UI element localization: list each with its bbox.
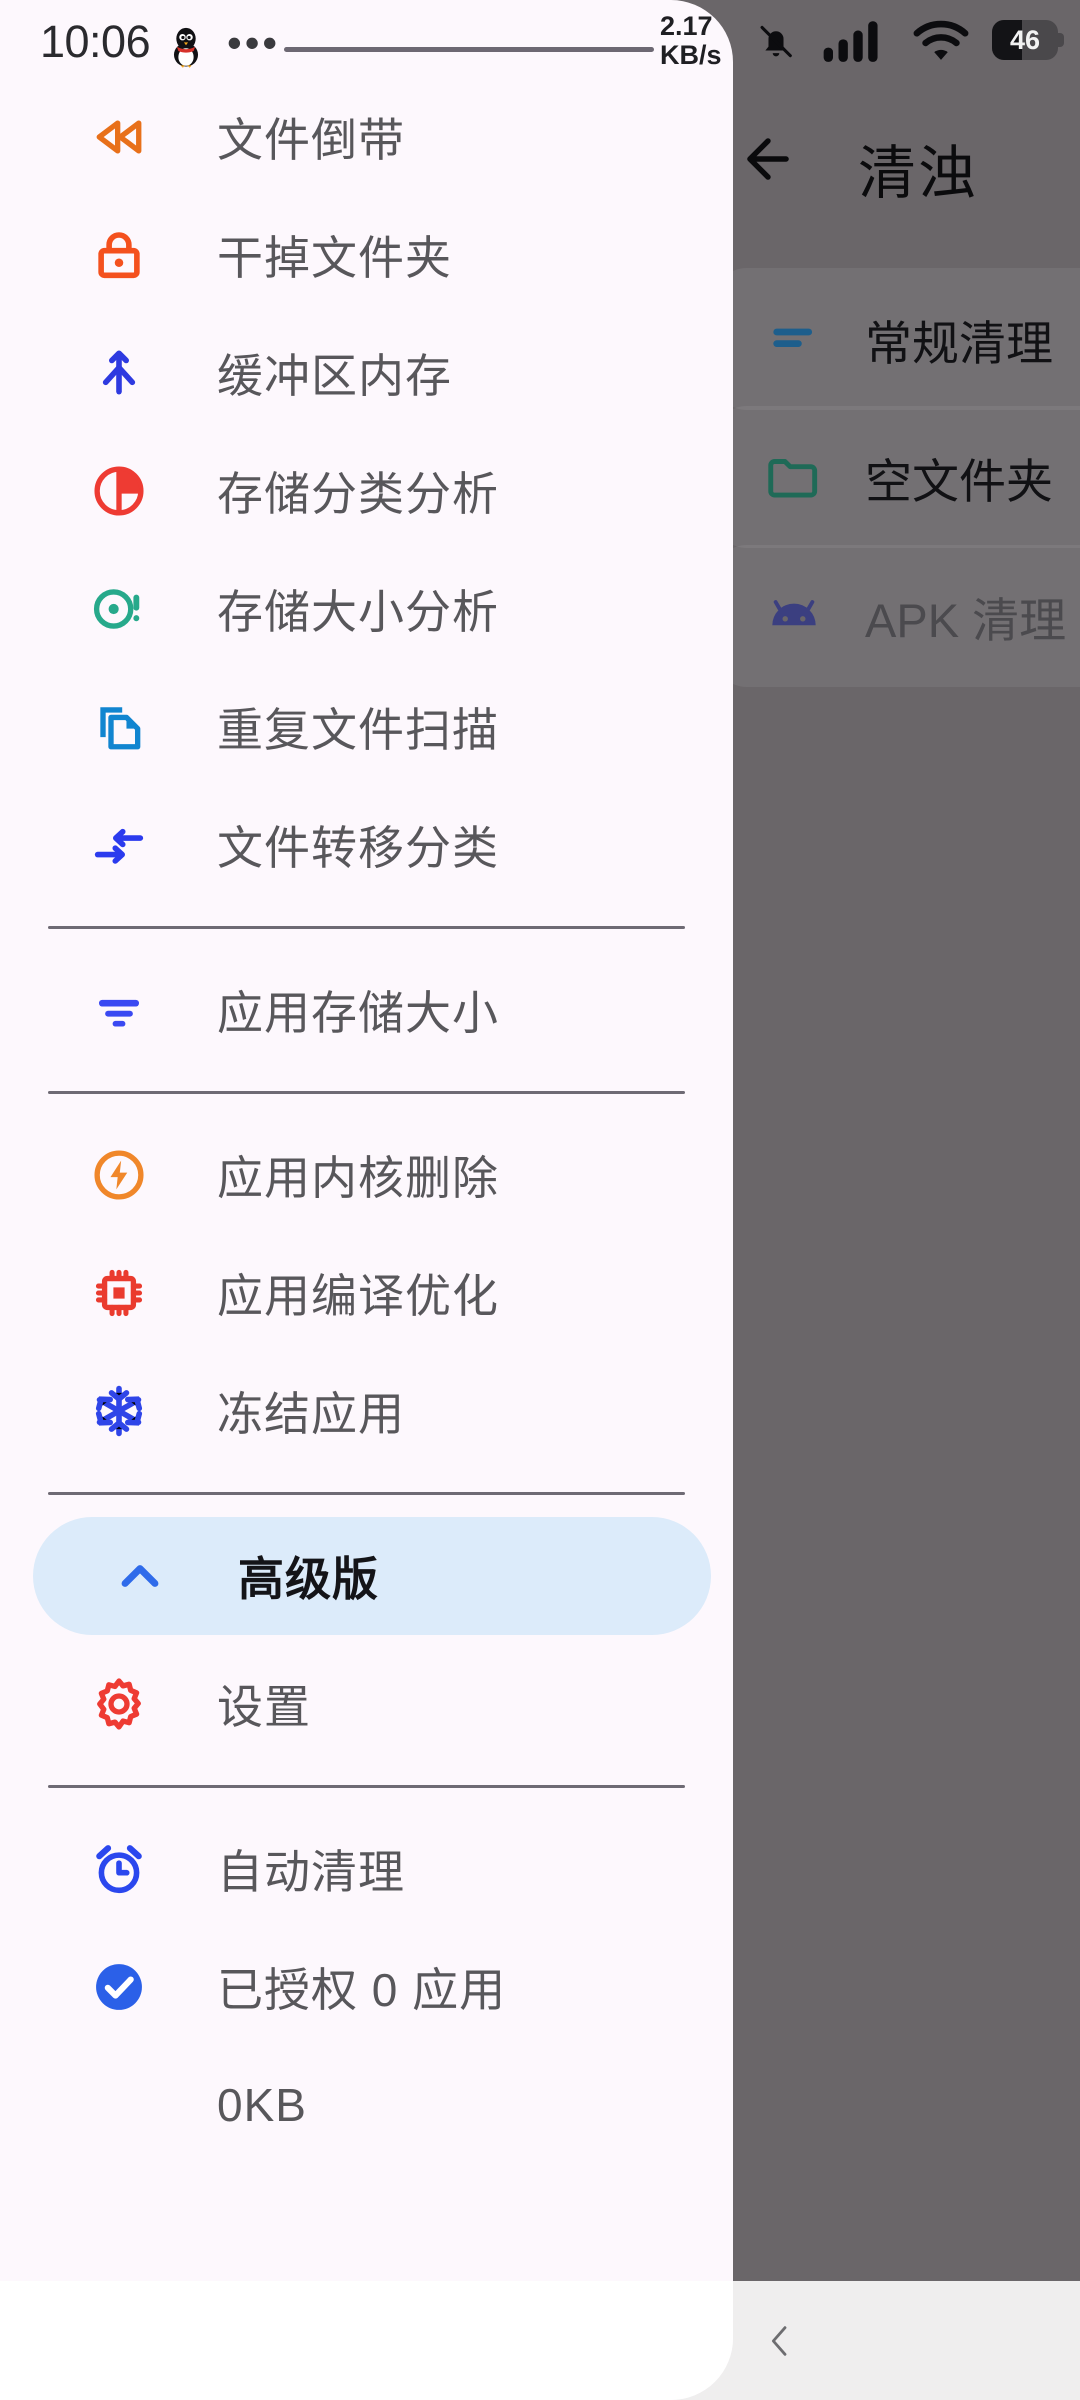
android-icon — [763, 585, 825, 647]
drawer-item-label: 已授权 0 应用 — [217, 1964, 507, 2016]
background-card-empty-folders[interactable]: 空文件夹 — [713, 406, 1080, 548]
drawer-navbar-zone — [0, 2281, 733, 2400]
bell-muted-icon — [760, 25, 792, 58]
drawer-item-label: 缓冲区内存 — [217, 350, 452, 402]
drawer-item-authorized-apps[interactable]: 已授权 0 应用 — [12, 1928, 721, 2046]
network-speed-value: 2.17 — [660, 11, 713, 41]
copy-files-icon — [87, 695, 151, 759]
snowflake-icon — [87, 1379, 151, 1443]
drawer-item-auto-clean[interactable]: 自动清理 — [12, 1810, 721, 1928]
drawer-item-label: 存储大小分析 — [217, 586, 499, 638]
drawer-item-label: 存储分类分析 — [217, 468, 499, 520]
gear-icon — [87, 1672, 151, 1736]
drawer-item-label: 文件转移分类 — [217, 822, 499, 874]
check-circle-icon — [87, 1955, 151, 2019]
drawer-item-cache-size: 0KB — [12, 2046, 721, 2164]
drawer-item-label: 冻结应用 — [217, 1388, 405, 1440]
network-speed-unit: KB/s — [660, 40, 722, 70]
drawer-item-app-kernel-delete[interactable]: 应用内核删除 — [12, 1116, 721, 1234]
drawer-item-kill-folder[interactable]: 干掉文件夹 — [12, 196, 721, 314]
drawer-item-label: 设置 — [217, 1681, 311, 1733]
drawer-divider-2 — [48, 1091, 685, 1094]
background-card-label: APK 清理 — [865, 593, 1067, 647]
drawer-item-file-transfer-classify[interactable]: 文件转移分类 — [12, 786, 721, 904]
drawer-item-buffer-memory[interactable]: 缓冲区内存 — [12, 314, 721, 432]
wifi-icon — [913, 20, 969, 60]
drawer-item-advanced-version[interactable]: 高级版 — [33, 1517, 711, 1635]
battery-indicator: 46 — [992, 20, 1064, 62]
status-bar: 10:06 ••• 2.17 KB/s 46 — [0, 0, 1080, 78]
drawer-item-label: 重复文件扫描 — [217, 704, 499, 756]
cellular-signal-icon — [823, 21, 878, 62]
status-line-decoration — [284, 47, 654, 52]
drawer-item-settings[interactable]: 设置 — [12, 1645, 721, 1763]
status-overflow-dots: ••• — [227, 19, 281, 66]
drawer-item-label: 应用存储大小 — [217, 987, 499, 1039]
drawer-item-label: 应用编译优化 — [217, 1270, 499, 1322]
phone-screen: 清浊 常规清理 空文件夹 APK 清理 文件倒带 干掉文件夹 缓冲区内存 存储分… — [0, 0, 1080, 2400]
battery-cap — [1058, 33, 1064, 47]
background-card-regular-clean[interactable]: 常规清理 — [713, 268, 1080, 410]
chevron-left-icon — [771, 2325, 787, 2356]
pie-chart-icon — [87, 459, 151, 523]
background-card-label: 常规清理 — [865, 316, 1053, 370]
chevron-up-icon — [108, 1544, 172, 1608]
drawer-item-storage-category-analysis[interactable]: 存储分类分析 — [12, 432, 721, 550]
alarm-clock-icon — [87, 1837, 151, 1901]
drawer-item-label: 高级版 — [238, 1553, 379, 1605]
drawer-item-label: 干掉文件夹 — [217, 232, 452, 284]
drawer-item-app-storage-size[interactable]: 应用存储大小 — [12, 951, 721, 1069]
drawer-item-app-compile-optimize[interactable]: 应用编译优化 — [12, 1234, 721, 1352]
drawer-item-file-rewind[interactable]: 文件倒带 — [12, 78, 721, 196]
folder-icon — [763, 446, 825, 508]
rewind-icon — [87, 105, 151, 169]
cpu-chip-icon — [87, 1261, 151, 1325]
battery-percentage: 46 — [1009, 24, 1041, 55]
background-card-label: 空文件夹 — [865, 454, 1053, 508]
drawer-item-label: 文件倒带 — [217, 114, 405, 166]
lock-icon — [87, 223, 151, 287]
background-app-title: 清浊 — [858, 141, 979, 206]
merge-icon — [87, 341, 151, 405]
drawer-divider-1 — [48, 926, 685, 929]
status-clock: 10:06 — [40, 16, 151, 67]
drawer-item-duplicate-file-scan[interactable]: 重复文件扫描 — [12, 668, 721, 786]
flash-circle-icon — [87, 1143, 151, 1207]
back-button[interactable] — [720, 2281, 840, 2400]
target-alert-icon — [87, 577, 151, 641]
lines-icon — [763, 308, 825, 370]
navigation-drawer: 文件倒带 干掉文件夹 缓冲区内存 存储分类分析 存储大小分析 重复文件扫描 文件… — [0, 0, 733, 2400]
arrow-left-icon[interactable] — [737, 128, 799, 190]
transfer-icon — [87, 813, 151, 877]
drawer-item-label: 自动清理 — [217, 1846, 405, 1898]
drawer-menu-list: 文件倒带 干掉文件夹 缓冲区内存 存储分类分析 存储大小分析 重复文件扫描 文件… — [0, 78, 733, 2164]
sort-lines-icon — [87, 978, 151, 1042]
qq-penguin-icon — [173, 27, 199, 68]
network-speed-indicator: 2.17 KB/s — [660, 12, 736, 70]
drawer-item-label: 0KB — [217, 2079, 307, 2131]
drawer-divider-4 — [48, 1785, 685, 1788]
drawer-divider-3 — [48, 1492, 685, 1495]
drawer-item-storage-size-analysis[interactable]: 存储大小分析 — [12, 550, 721, 668]
background-card-apk-clean[interactable]: APK 清理 — [713, 545, 1080, 687]
drawer-item-freeze-app[interactable]: 冻结应用 — [12, 1352, 721, 1470]
drawer-item-label: 应用内核删除 — [217, 1152, 499, 1204]
